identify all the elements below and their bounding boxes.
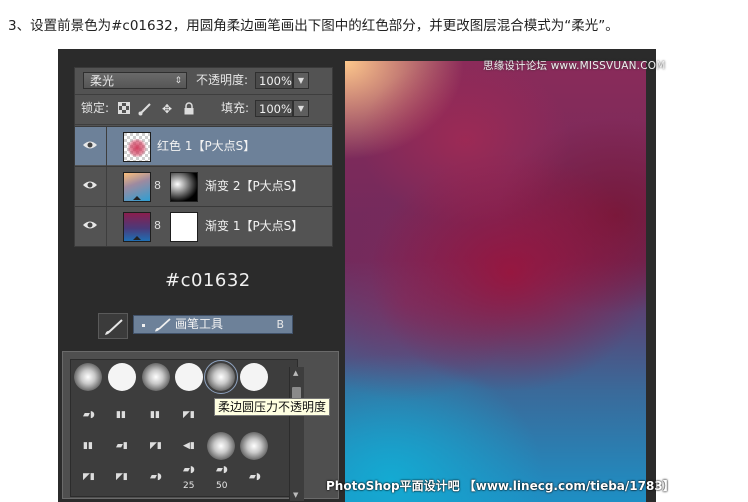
eye-icon[interactable] [82,179,98,191]
divider [75,94,332,95]
fill-dropdown-button[interactable]: ▼ [293,100,309,117]
blend-row: 柔光 ⇕ 不透明度: 100% ▼ [75,68,332,94]
eye-icon[interactable] [82,219,98,231]
eye-icon[interactable] [82,139,98,151]
brush-tip-small-icon[interactable]: ▰◗ [183,466,197,475]
opacity-dropdown-button[interactable]: ▼ [293,72,309,89]
brush-tip-hard-round[interactable] [240,363,268,391]
brush-tip-small-icon[interactable]: ▮▮ [83,442,97,451]
brush-tip-soft-round[interactable] [142,363,170,391]
tool-shortcut: B [276,318,284,331]
layer-mask-thumbnail[interactable] [170,212,198,242]
scroll-down-icon[interactable]: ▼ [293,491,298,499]
brush-tip-small-icon[interactable]: ▰◗ [150,473,164,482]
layer-name: 渐变 2【P大点S】 [205,179,304,193]
brush-preset-scrollbar[interactable]: ▲ ▼ [289,367,304,501]
updown-arrow-icon: ⇕ [174,76,182,86]
brush-size-label: 50 [216,481,228,491]
layer-thumbnail[interactable] [123,212,151,242]
document-canvas[interactable] [345,61,646,502]
brush-tip-small-icon[interactable]: ◀▮ [183,442,197,451]
brush-tooltip: 柔边圆压力不透明度 [214,398,331,416]
brush-tip-small-icon[interactable]: ▮▮ [150,411,164,420]
link-icon[interactable]: 8 [154,179,161,192]
layer-thumbnail[interactable] [123,132,151,162]
lock-label: 锁定: [81,101,110,115]
lock-all-icon[interactable] [182,102,196,116]
divider [106,167,107,206]
brush-tip-hard-round[interactable] [108,363,136,391]
opacity-input[interactable]: 100% [255,72,293,89]
lock-move-icon[interactable]: ✥ [160,102,174,116]
divider [75,124,332,125]
tool-flyout-item-brush[interactable]: 画笔工具 B [133,315,293,334]
layer-row-red[interactable]: 红色 1【P大点S】 [75,126,332,166]
blend-mode-value: 柔光 [90,74,115,88]
brush-tip-small-icon[interactable]: ◤▮ [183,411,197,420]
brush-tip-small-icon[interactable]: ◤▮ [116,473,130,482]
watermark-bottom: PhotoShop平面设计吧 【www.linecg.com/tieba/178… [326,479,675,493]
opacity-label: 不透明度: [196,73,249,87]
brush-tip-small-icon[interactable]: ◤▮ [150,442,164,451]
selected-dot-icon [142,324,145,327]
link-icon[interactable]: 8 [154,219,161,232]
brush-icon [155,318,171,332]
layer-thumbnail[interactable] [123,172,151,202]
watermark-top: 思缘设计论坛 www.MISSVUAN.COM [483,60,666,72]
fill-label: 填充: [221,101,250,115]
brush-tip-soft-round[interactable] [74,363,102,391]
brush-tool-button[interactable] [98,313,128,339]
brush-size-label: 25 [183,481,195,491]
layer-row-gradient-1[interactable]: 8 渐变 1【P大点S】 [75,206,332,246]
divider [106,127,107,166]
layer-name: 红色 1【P大点S】 [157,139,256,153]
brush-tip-hard-round[interactable] [175,363,203,391]
brush-tip-soft-round[interactable] [240,432,268,460]
brush-tip-small-icon[interactable]: ▮▮ [116,411,130,420]
layer-mask-thumbnail[interactable] [170,172,198,202]
brush-icon [105,319,123,335]
layers-panel: 柔光 ⇕ 不透明度: 100% ▼ 锁定: ✥ 填充: 100% ▼ 红色 1【… [74,67,333,247]
scroll-up-icon[interactable]: ▲ [293,369,298,377]
brush-tip-soft-round[interactable] [207,432,235,460]
brush-tip-small-icon[interactable]: ▰◗ [249,473,263,482]
brush-tip-small-icon[interactable]: ▰◗ [83,411,97,420]
fill-input[interactable]: 100% [255,100,293,117]
lock-transparent-icon[interactable] [117,102,131,116]
lock-brush-icon[interactable] [138,102,152,116]
brush-tip-small-icon[interactable]: ▰◗ [216,466,230,475]
layer-name: 渐变 1【P大点S】 [205,219,304,233]
divider [106,207,107,246]
brush-preset-panel: ▰◗ ▮▮ ▮▮ ◤▮ ▮▮ ▰▮ ◤▮ ◀▮ ◤▮ ◤▮ ▰◗ ▰◗ 25 ▰… [62,351,339,501]
layer-row-gradient-2[interactable]: 8 渐变 2【P大点S】 [75,166,332,206]
color-hex-label: #c01632 [165,270,251,291]
tool-name: 画笔工具 [175,317,224,331]
blend-mode-select[interactable]: 柔光 ⇕ [83,72,187,89]
brush-tip-soft-round-selected[interactable] [204,360,238,394]
brush-tip-small-icon[interactable]: ◤▮ [83,473,97,482]
brush-preset-grid: ▰◗ ▮▮ ▮▮ ◤▮ ▮▮ ▰▮ ◤▮ ◀▮ ◤▮ ◤▮ ▰◗ ▰◗ 25 ▰… [70,359,304,501]
instruction-text: 3、设置前景色为#c01632，用圆角柔边画笔画出下图中的红色部分，并更改图层混… [8,18,619,34]
brush-tip-small-icon[interactable]: ▰▮ [116,442,130,451]
